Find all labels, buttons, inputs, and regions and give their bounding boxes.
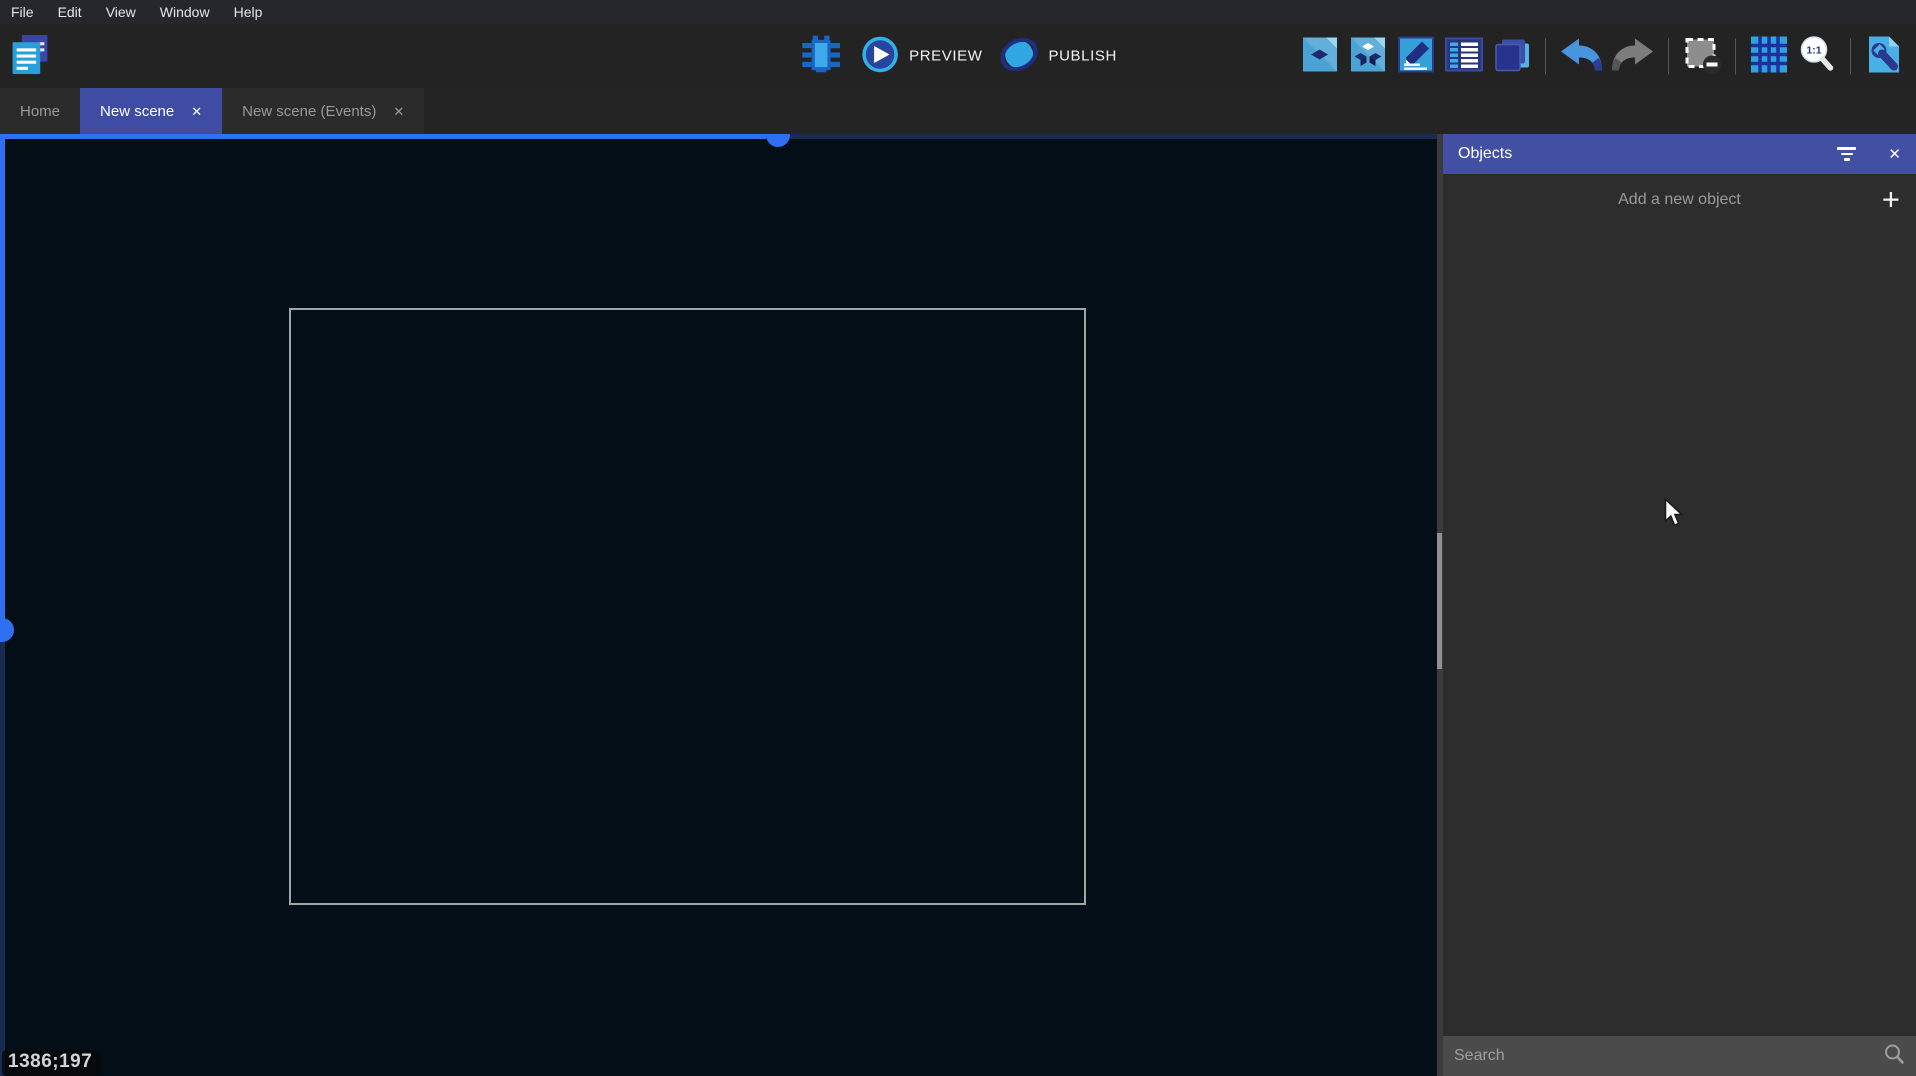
- menu-bar: File Edit View Window Help: [0, 0, 1916, 24]
- debug-button[interactable]: [797, 31, 845, 82]
- layers-icon: [1492, 35, 1532, 78]
- publish-button[interactable]: PUBLISH: [999, 34, 1119, 79]
- tab-home[interactable]: Home: [0, 88, 80, 134]
- objects-editor-icon: [1300, 35, 1340, 78]
- project-manager-icon: [10, 33, 50, 79]
- filter-icon: [1837, 147, 1856, 161]
- project-manager-button[interactable]: [8, 31, 52, 81]
- close-icon[interactable]: ✕: [191, 105, 202, 118]
- menu-view[interactable]: View: [94, 4, 148, 20]
- game-window-frame: [289, 308, 1086, 905]
- grid-button[interactable]: [1747, 33, 1791, 80]
- grid-icon: [1749, 35, 1789, 78]
- menu-edit[interactable]: Edit: [46, 4, 94, 20]
- preview-play-icon: [861, 36, 899, 77]
- redo-button[interactable]: [1609, 34, 1657, 79]
- add-new-object-label: Add a new object: [1618, 191, 1741, 209]
- toolbar-center-group: PREVIEW PUBLISH: [797, 31, 1119, 82]
- tab-label: Home: [20, 103, 60, 120]
- menu-file[interactable]: File: [8, 4, 46, 20]
- setup-icon: [1864, 35, 1904, 78]
- add-object-button[interactable]: +: [1882, 188, 1900, 213]
- scene-canvas[interactable]: 1386;197: [0, 134, 1437, 1076]
- menu-help[interactable]: Help: [222, 4, 275, 20]
- debug-icon: [799, 33, 843, 80]
- tab-label: New scene (Events): [242, 103, 376, 120]
- tab-new-scene[interactable]: New scene ✕: [80, 88, 222, 134]
- search-bar: [1443, 1036, 1916, 1076]
- instances-list-button[interactable]: [1442, 33, 1486, 80]
- preview-button[interactable]: PREVIEW: [859, 34, 984, 79]
- deselect-button[interactable]: [1680, 33, 1724, 80]
- tab-bar: Home New scene ✕ New scene (Events) ✕: [0, 88, 1916, 134]
- toolbar-separator: [1668, 38, 1669, 74]
- deselect-icon: [1682, 35, 1722, 78]
- toolbar: PREVIEW PUBLISH: [0, 24, 1916, 88]
- toolbar-right-group: 1:1: [1296, 33, 1908, 80]
- tab-label: New scene: [100, 103, 174, 120]
- objects-editor-button[interactable]: [1298, 33, 1342, 80]
- toolbar-separator: [1850, 38, 1851, 74]
- redo-icon: [1611, 36, 1655, 77]
- publish-icon: [1001, 36, 1039, 77]
- vertical-scroll-thumb[interactable]: [0, 139, 5, 619]
- object-groups-icon: [1348, 35, 1388, 78]
- toolbar-separator: [1735, 38, 1736, 74]
- objects-panel-title: Objects: [1458, 145, 1837, 163]
- close-panel-button[interactable]: ✕: [1888, 147, 1901, 162]
- objects-panel: Objects ✕ Add a new object +: [1443, 134, 1916, 1076]
- object-groups-button[interactable]: [1346, 33, 1390, 80]
- panel-divider[interactable]: [1437, 134, 1443, 1076]
- publish-label: PUBLISH: [1049, 48, 1117, 65]
- menu-window[interactable]: Window: [148, 4, 222, 20]
- vertical-scroll-handle[interactable]: [0, 618, 14, 642]
- undo-button[interactable]: [1557, 34, 1605, 79]
- instances-list-icon: [1444, 35, 1484, 78]
- canvas-scrollbar-thumb[interactable]: [1437, 533, 1442, 669]
- add-new-object-row[interactable]: Add a new object +: [1443, 174, 1916, 226]
- close-icon[interactable]: ✕: [393, 105, 404, 118]
- horizontal-scroll-thumb[interactable]: [0, 134, 766, 139]
- properties-button[interactable]: [1394, 33, 1438, 80]
- horizontal-scroll-handle[interactable]: [766, 134, 790, 147]
- layers-button[interactable]: [1490, 33, 1534, 80]
- toolbar-separator: [1545, 38, 1546, 74]
- search-input[interactable]: [1454, 1047, 1883, 1065]
- preview-label: PREVIEW: [909, 48, 982, 65]
- search-icon: [1883, 1043, 1905, 1070]
- cursor-coordinates: 1386;197: [2, 1050, 101, 1076]
- tab-new-scene-events[interactable]: New scene (Events) ✕: [222, 88, 424, 134]
- zoom-1-1-icon: 1:1: [1797, 35, 1837, 78]
- zoom-1-1-button[interactable]: 1:1: [1795, 33, 1839, 80]
- plus-icon: +: [1882, 182, 1900, 217]
- zoom-ratio-label: 1:1: [1806, 45, 1821, 57]
- content-area: 1386;197 Objects ✕: [0, 134, 1916, 1076]
- app-window: File Edit View Window Help: [0, 0, 1916, 1076]
- objects-panel-header: Objects ✕: [1443, 134, 1916, 174]
- setup-button[interactable]: [1862, 33, 1906, 80]
- undo-icon: [1559, 36, 1603, 77]
- close-icon: ✕: [1888, 146, 1901, 163]
- properties-icon: [1396, 35, 1436, 78]
- objects-list-empty-area: [1443, 226, 1916, 1036]
- filter-button[interactable]: [1837, 147, 1856, 161]
